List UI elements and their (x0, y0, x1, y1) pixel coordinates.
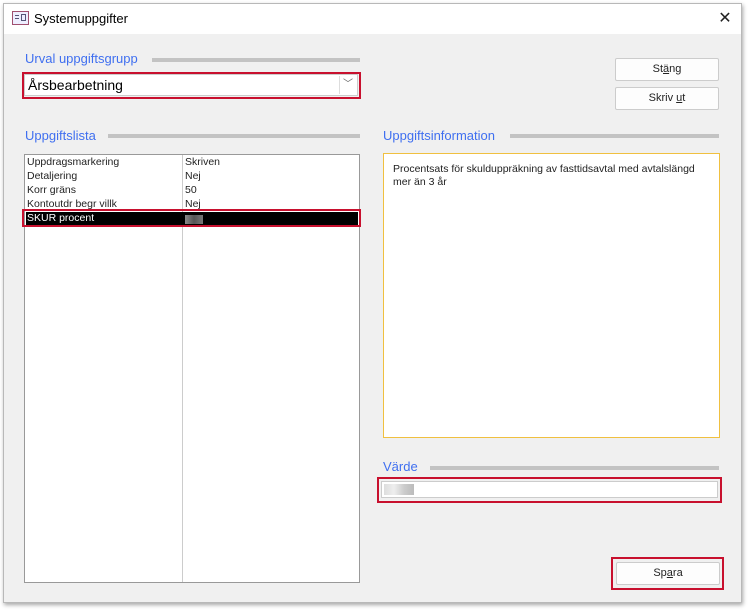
label: Sp (653, 567, 667, 579)
info-label: Uppgiftsinformation (383, 128, 495, 143)
label: Skriv (648, 92, 677, 104)
print-button[interactable]: Skriv ut (615, 87, 719, 110)
separator (510, 134, 719, 138)
label: ng (669, 63, 682, 75)
list-row[interactable]: Korr gräns 50 (26, 184, 358, 198)
value-label: Värde (383, 459, 418, 474)
window-title: Systemuppgifter (34, 11, 128, 26)
group-label: Urval uppgiftsgrupp (25, 51, 138, 66)
row-value: Nej (185, 170, 201, 182)
title-bar: Systemuppgifter ✕ (4, 4, 741, 34)
label: St (652, 63, 664, 75)
list-row[interactable]: Detaljering Nej (26, 170, 358, 184)
group-select[interactable]: Årsbearbetning ﹀ (24, 74, 358, 96)
value-redacted (384, 484, 414, 495)
label: t (682, 92, 686, 104)
value-input[interactable] (381, 481, 718, 498)
close-button[interactable]: Stäng (615, 58, 719, 81)
separator (430, 466, 719, 470)
row-name: Detaljering (27, 170, 78, 182)
close-icon[interactable]: ✕ (715, 8, 735, 28)
row-name: Korr gräns (27, 184, 77, 196)
separator (108, 134, 360, 138)
separator (152, 58, 360, 62)
group-select-value: Årsbearbetning (28, 77, 123, 93)
label: ra (672, 567, 683, 579)
chevron-down-icon[interactable]: ﹀ (339, 76, 356, 94)
row-name: Uppdragsmarkering (27, 156, 120, 168)
row-value: 50 (185, 184, 197, 196)
highlight-box (22, 209, 361, 227)
save-button[interactable]: Spara (616, 562, 720, 585)
info-textbox: Procentsats för skulduppräkning av fastt… (383, 153, 720, 438)
list-row[interactable]: Uppdragsmarkering Skriven (26, 156, 358, 170)
tasklist-label: Uppgiftslista (25, 128, 96, 143)
form-icon (12, 11, 29, 25)
row-value: Skriven (185, 156, 221, 168)
